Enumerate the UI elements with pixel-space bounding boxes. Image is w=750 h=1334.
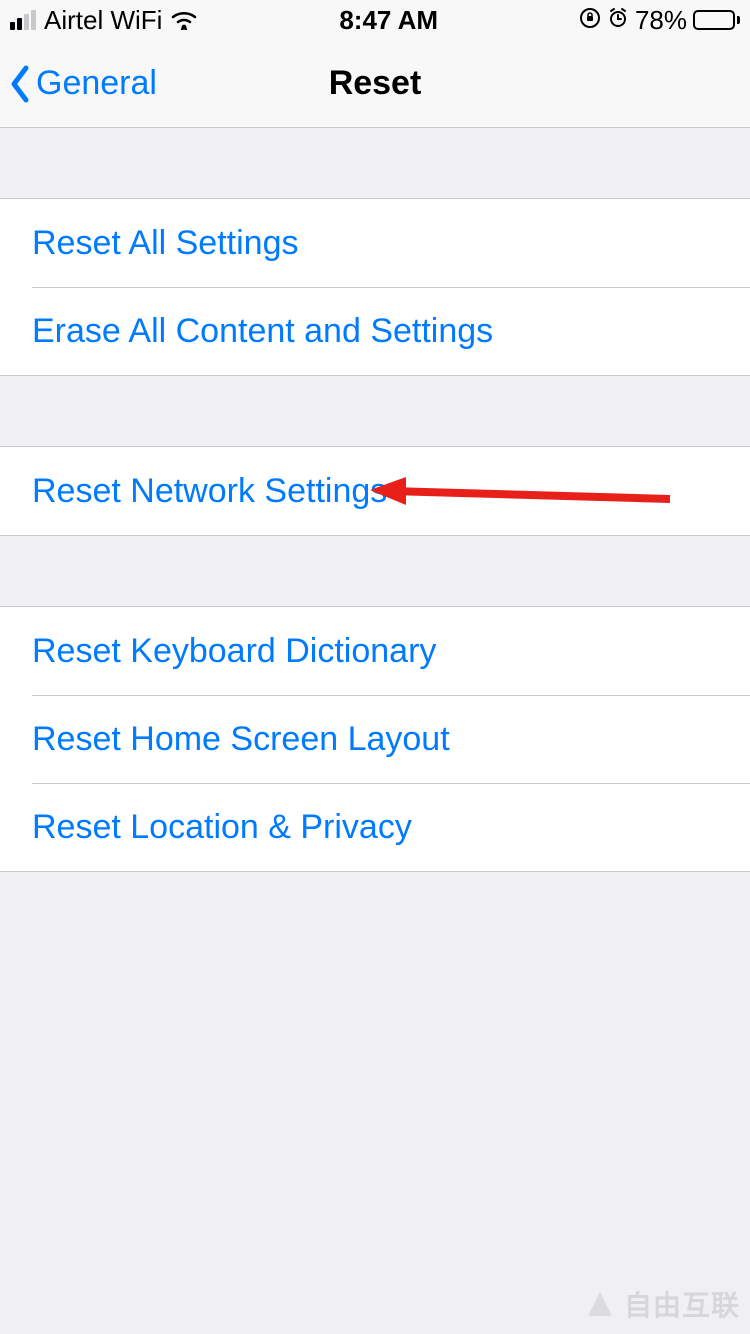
row-label: Reset All Settings <box>32 224 298 263</box>
carrier-label: Airtel WiFi <box>44 5 162 36</box>
row-label: Erase All Content and Settings <box>32 312 493 351</box>
status-left: Airtel WiFi <box>10 5 198 36</box>
group-1: Reset All Settings Erase All Content and… <box>0 198 750 376</box>
group-2: Reset Network Settings <box>0 446 750 536</box>
reset-all-settings-row[interactable]: Reset All Settings <box>0 199 750 287</box>
erase-all-content-row[interactable]: Erase All Content and Settings <box>0 287 750 375</box>
watermark-text: 自由互联 <box>624 1284 740 1324</box>
reset-home-screen-layout-row[interactable]: Reset Home Screen Layout <box>0 695 750 783</box>
nav-bar: General Reset <box>0 40 750 128</box>
page-title: Reset <box>329 64 422 103</box>
battery-percent: 78% <box>635 5 687 36</box>
content: Reset All Settings Erase All Content and… <box>0 128 750 872</box>
back-label: General <box>36 64 157 103</box>
status-right: 78% <box>579 5 740 36</box>
row-label: Reset Home Screen Layout <box>32 720 450 759</box>
row-label: Reset Keyboard Dictionary <box>32 632 436 671</box>
group-3: Reset Keyboard Dictionary Reset Home Scr… <box>0 606 750 872</box>
reset-keyboard-dictionary-row[interactable]: Reset Keyboard Dictionary <box>0 607 750 695</box>
status-bar: Airtel WiFi 8:47 AM 78% <box>0 0 750 40</box>
reset-network-settings-row[interactable]: Reset Network Settings <box>0 447 750 535</box>
cellular-signal-icon <box>10 10 36 30</box>
row-label: Reset Network Settings <box>32 472 387 511</box>
orientation-lock-icon <box>579 5 601 36</box>
watermark-icon <box>582 1286 618 1322</box>
row-label: Reset Location & Privacy <box>32 808 412 847</box>
back-button[interactable]: General <box>8 64 157 104</box>
wifi-icon <box>170 10 198 30</box>
chevron-left-icon <box>8 64 32 104</box>
alarm-icon <box>607 5 629 36</box>
watermark: 自由互联 <box>582 1284 740 1324</box>
status-time: 8:47 AM <box>339 5 438 36</box>
reset-location-privacy-row[interactable]: Reset Location & Privacy <box>0 783 750 871</box>
battery-icon <box>693 10 740 30</box>
